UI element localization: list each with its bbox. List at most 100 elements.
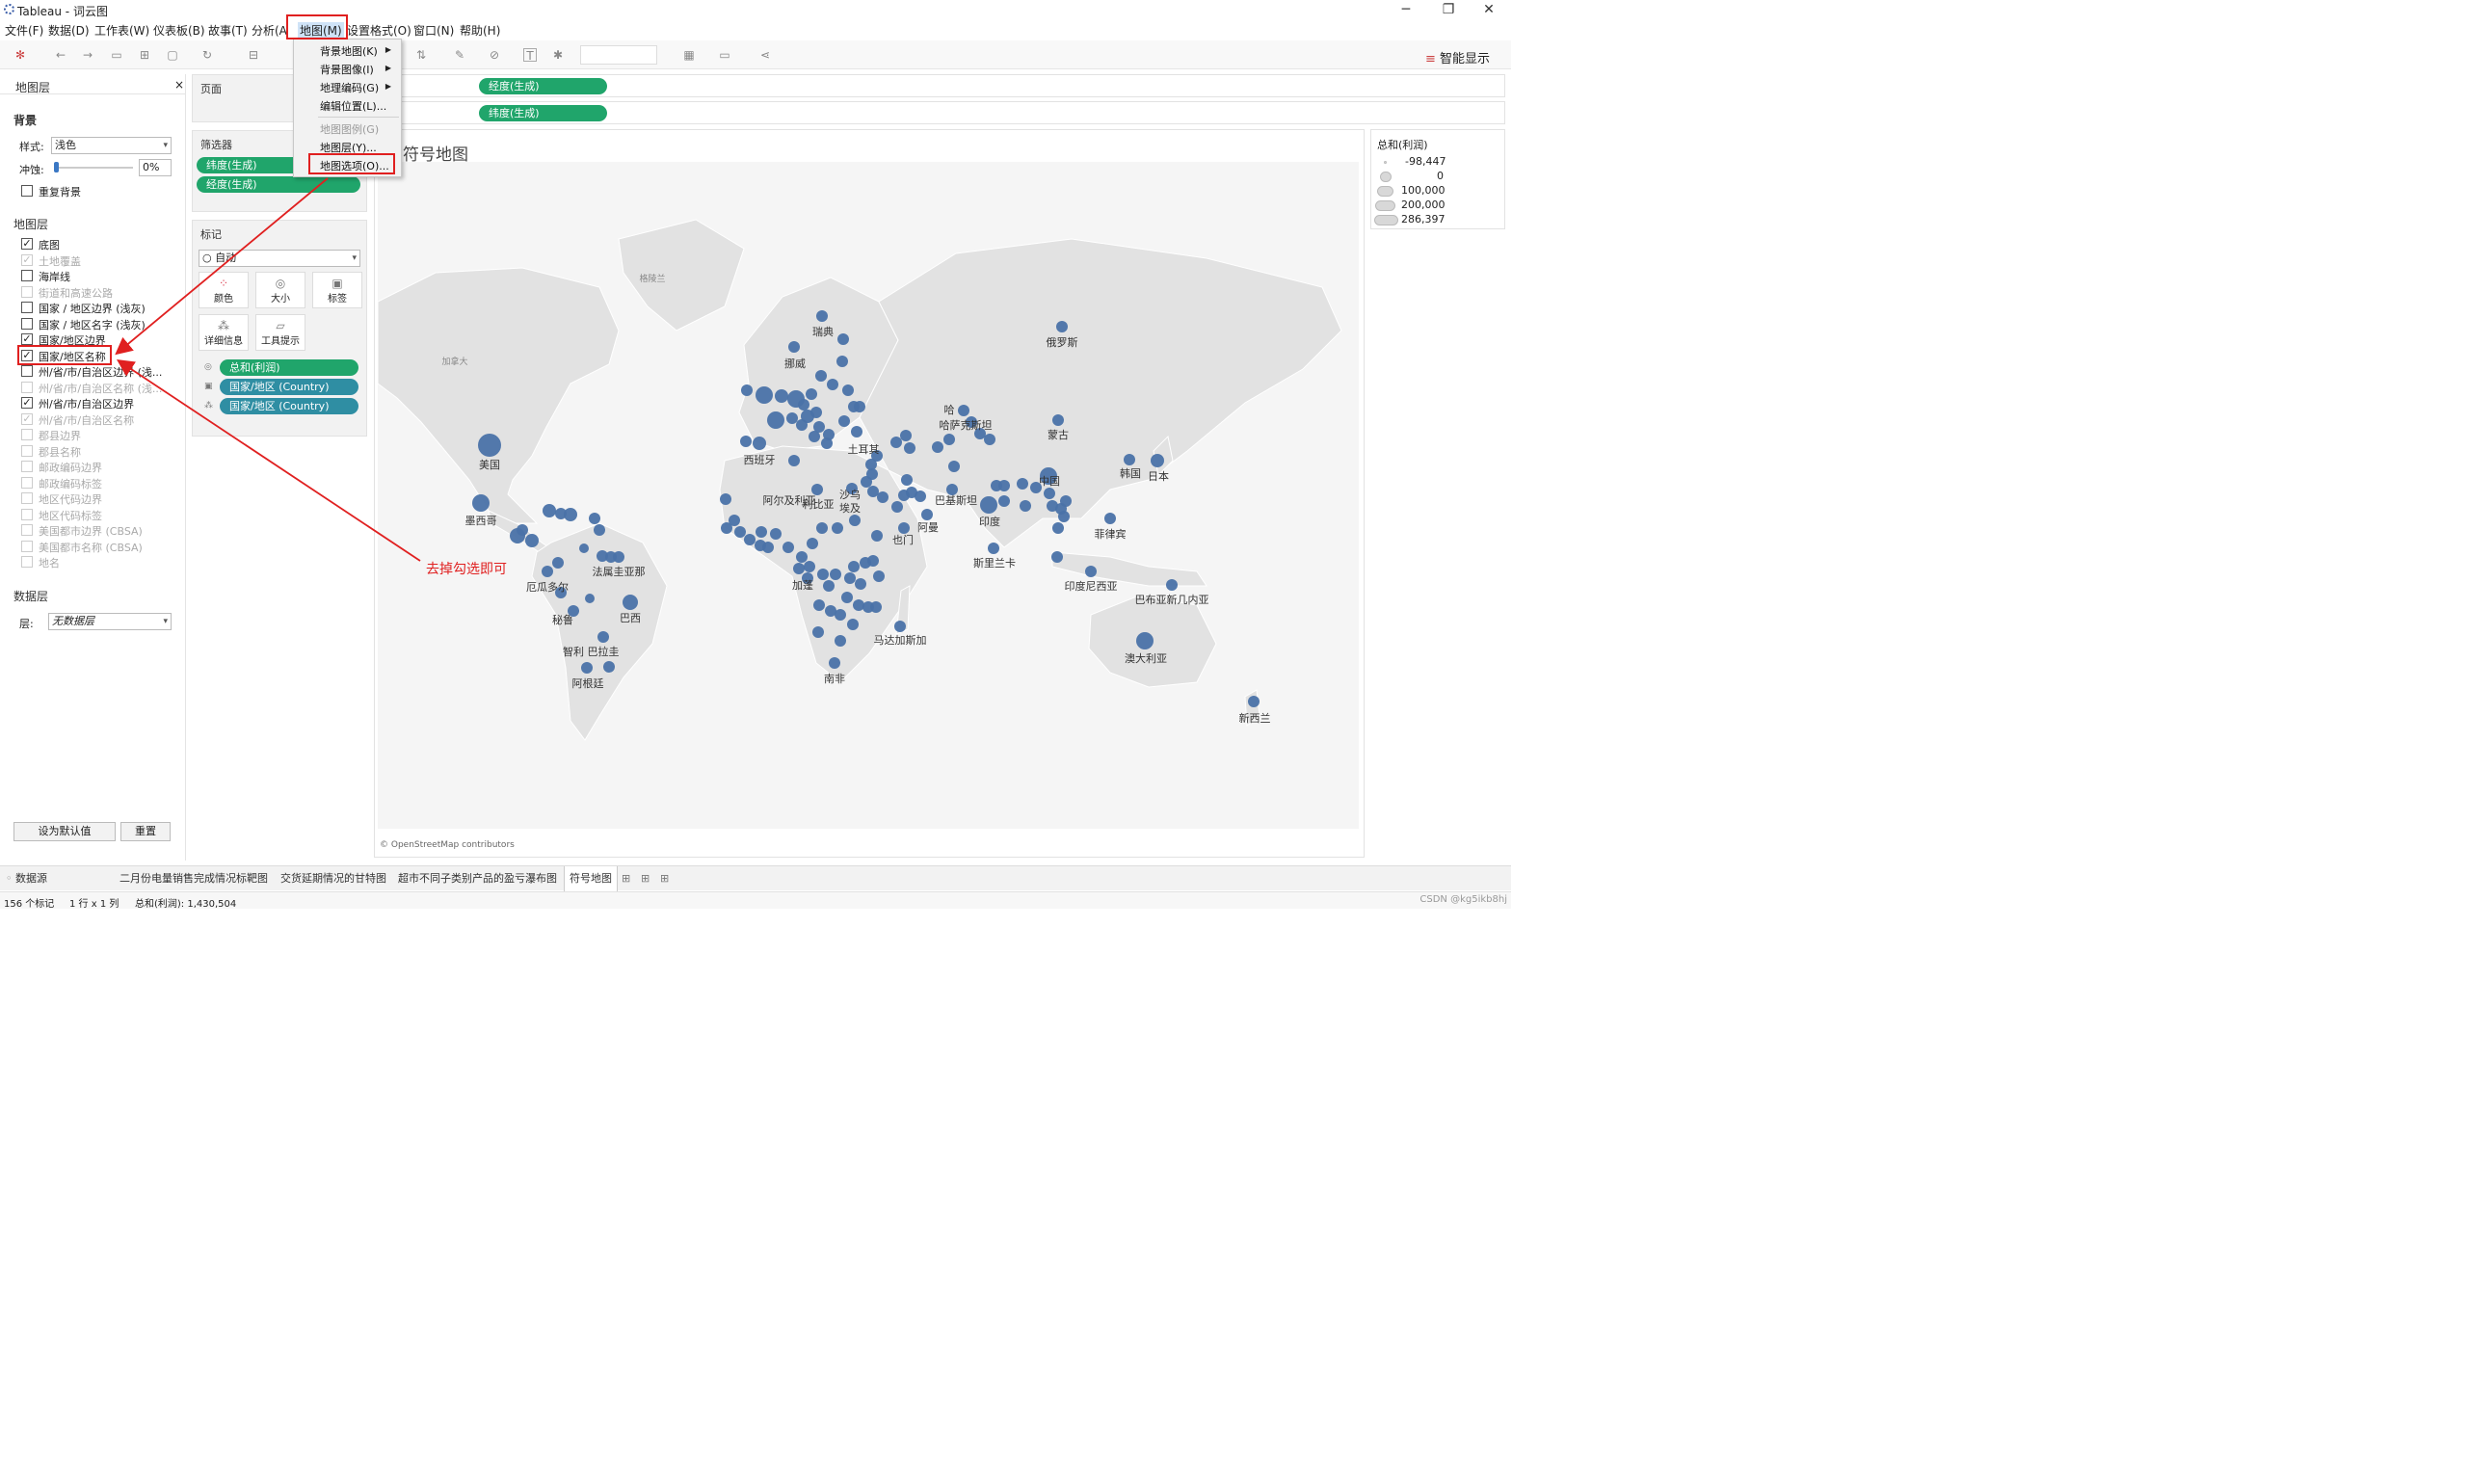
- menu-window[interactable]: 窗口(N): [413, 22, 454, 39]
- map-mark[interactable]: [798, 399, 809, 411]
- map-mark[interactable]: [835, 635, 846, 647]
- mark-type-select[interactable]: ○ 自动 ▾: [199, 250, 360, 267]
- map-mark[interactable]: [783, 542, 794, 553]
- map-mark[interactable]: [865, 459, 877, 470]
- map-mark[interactable]: [589, 513, 600, 524]
- map-mark[interactable]: [867, 555, 879, 567]
- map-mark[interactable]: [813, 599, 825, 611]
- fit-dropdown[interactable]: [580, 45, 657, 65]
- label-button[interactable]: ▣ 标签: [312, 272, 362, 308]
- map-mark[interactable]: [849, 515, 861, 526]
- map-mark[interactable]: [1085, 566, 1097, 577]
- highlight-icon[interactable]: ✎: [453, 48, 466, 62]
- map-mark[interactable]: [861, 476, 872, 488]
- wash-slider-thumb[interactable]: [54, 162, 59, 172]
- map-mark[interactable]: [762, 542, 774, 553]
- map-mark[interactable]: [816, 310, 828, 322]
- map-mark[interactable]: [838, 415, 850, 427]
- map-mark[interactable]: [988, 543, 999, 554]
- map-mark[interactable]: [948, 461, 960, 472]
- map-mark[interactable]: [1124, 454, 1135, 465]
- wash-slider-track[interactable]: [54, 167, 133, 169]
- menu-geocoding[interactable]: 地理编码(G): [320, 80, 379, 95]
- map-mark[interactable]: [877, 491, 889, 503]
- map-mark[interactable]: [827, 379, 838, 390]
- menu-analysis[interactable]: 分析(A: [252, 22, 287, 39]
- tooltip-button[interactable]: ▱ 工具提示: [255, 314, 305, 351]
- map-mark[interactable]: [1166, 579, 1178, 591]
- menu-background-maps[interactable]: 背景地图(K): [320, 43, 378, 59]
- layer-checkbox[interactable]: ✓: [21, 333, 33, 345]
- map-mark[interactable]: [901, 474, 913, 486]
- set-default-button[interactable]: 设为默认值: [13, 822, 116, 841]
- map-mark[interactable]: [597, 631, 609, 643]
- map-mark[interactable]: [898, 522, 910, 534]
- tab-sheet[interactable]: 超市不同子类别产品的盈亏瀑布图: [398, 866, 557, 891]
- map-mark[interactable]: [603, 661, 615, 673]
- marks-pill-profit[interactable]: 总和(利润): [220, 359, 358, 376]
- map-mark[interactable]: [853, 599, 864, 611]
- map-mark[interactable]: [932, 441, 943, 453]
- menu-worksheet[interactable]: 工作表(W): [94, 22, 149, 39]
- map-mark[interactable]: [510, 528, 525, 543]
- map-mark[interactable]: [804, 561, 815, 572]
- marks-pill-country-detail[interactable]: 国家/地区 (Country): [220, 398, 358, 414]
- layer-checkbox[interactable]: ✓: [21, 238, 33, 250]
- menu-background-images[interactable]: 背景图像(I): [320, 62, 374, 77]
- size-button[interactable]: ◎ 大小: [255, 272, 305, 308]
- map-mark[interactable]: [788, 455, 800, 466]
- map-mark[interactable]: [943, 434, 955, 445]
- map-mark[interactable]: [821, 437, 833, 449]
- menu-story[interactable]: 故事(T): [208, 22, 248, 39]
- map-mark[interactable]: [721, 522, 732, 534]
- map-mark[interactable]: [816, 522, 828, 534]
- filter-pill-longitude[interactable]: 经度(生成): [197, 176, 360, 193]
- minimize-button[interactable]: ─: [1384, 0, 1428, 19]
- undo-icon[interactable]: ←: [54, 48, 67, 62]
- new-datasource-icon[interactable]: ⊞: [138, 48, 151, 62]
- map-mark[interactable]: [552, 557, 564, 569]
- repeat-background-checkbox[interactable]: [21, 185, 33, 197]
- menu-edit-locations[interactable]: 编辑位置(L)...: [320, 98, 386, 114]
- map-mark[interactable]: [835, 609, 846, 621]
- layer-checkbox[interactable]: ✓: [21, 397, 33, 409]
- map-mark[interactable]: [854, 401, 865, 412]
- map-mark[interactable]: [837, 333, 849, 345]
- map-mark[interactable]: [915, 490, 926, 502]
- layer-checkbox[interactable]: [21, 317, 33, 330]
- refresh-icon[interactable]: ↻: [200, 48, 214, 62]
- map-mark[interactable]: [867, 486, 879, 497]
- tab-datasource[interactable]: ◦ 数据源: [6, 866, 47, 891]
- map-mark[interactable]: [815, 370, 827, 382]
- map-mark[interactable]: [806, 388, 817, 400]
- map-mark[interactable]: [744, 534, 756, 545]
- detail-button[interactable]: ⁂ 详细信息: [199, 314, 249, 351]
- smart-display-button[interactable]: ≡ 智能显示: [1425, 48, 1490, 66]
- map-mark[interactable]: [564, 508, 577, 521]
- wash-input[interactable]: 0%: [139, 159, 172, 176]
- map-mark[interactable]: [1136, 632, 1154, 649]
- map-mark[interactable]: [809, 431, 820, 442]
- map-mark[interactable]: [984, 434, 995, 445]
- map-mark[interactable]: [904, 442, 915, 454]
- map-mark[interactable]: [585, 594, 595, 603]
- map-mark[interactable]: [525, 534, 539, 547]
- map-mark[interactable]: [623, 595, 638, 610]
- layer-checkbox[interactable]: [21, 302, 33, 313]
- map-mark[interactable]: [472, 494, 490, 512]
- map-mark[interactable]: [980, 496, 997, 514]
- map-mark[interactable]: [796, 551, 808, 563]
- map-mark[interactable]: [871, 530, 883, 542]
- rows-pill-latitude[interactable]: 纬度(生成): [479, 105, 607, 121]
- map-mark[interactable]: [810, 407, 822, 418]
- map-mark[interactable]: [1052, 414, 1064, 426]
- map-mark[interactable]: [873, 570, 885, 582]
- map-mark[interactable]: [832, 522, 843, 534]
- map-mark[interactable]: [841, 592, 853, 603]
- map-mark[interactable]: [720, 493, 731, 505]
- map-mark[interactable]: [756, 386, 773, 404]
- map-mark[interactable]: [594, 524, 605, 536]
- presentation-icon[interactable]: ▭: [718, 48, 731, 62]
- map-mark[interactable]: [848, 561, 860, 572]
- map-mark[interactable]: [855, 578, 866, 590]
